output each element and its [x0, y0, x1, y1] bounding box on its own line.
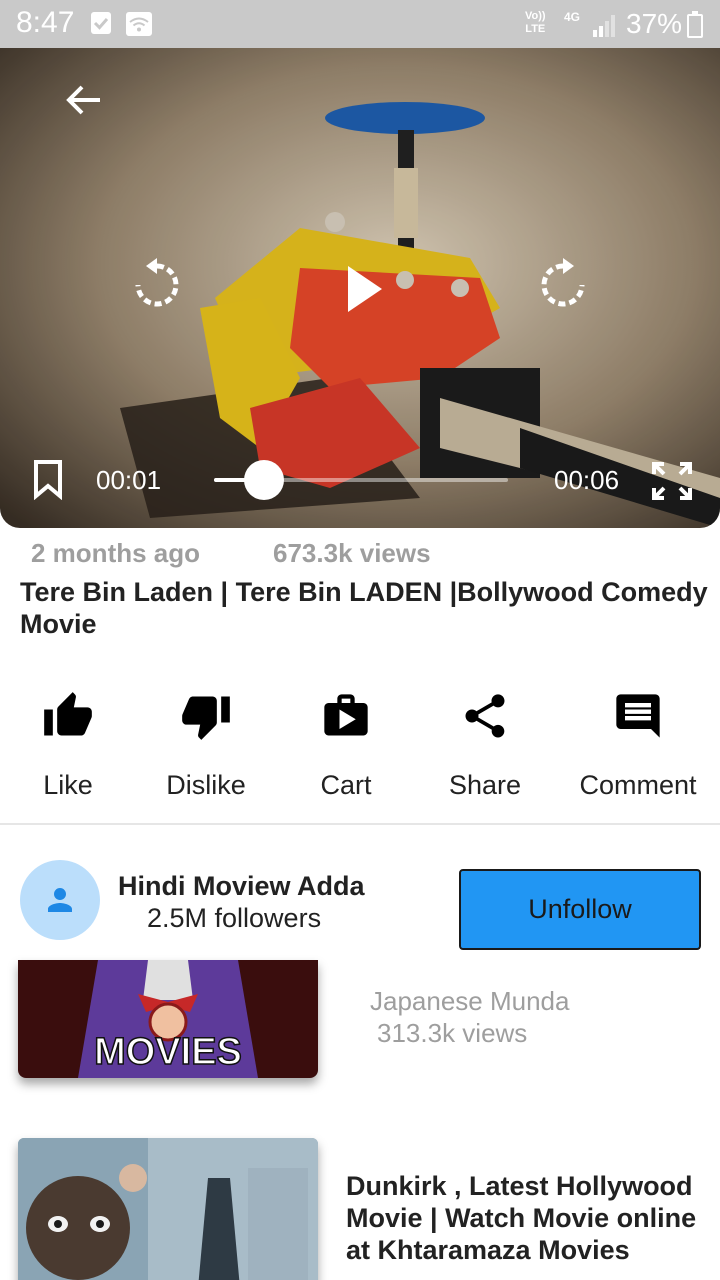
- bookmark-icon: [34, 460, 62, 501]
- channel-avatar[interactable]: [20, 860, 100, 940]
- unfollow-button[interactable]: Unfollow: [459, 869, 701, 950]
- thumbs-up-icon: [44, 692, 92, 736]
- follower-count: 2.5M followers: [147, 903, 322, 933]
- related-title: Dunkirk , Latest Hollywood Movie | Watch…: [346, 1171, 697, 1265]
- related-channel: Japanese Munda: [370, 986, 570, 1016]
- thumbs-down-icon: [182, 696, 230, 740]
- play-button[interactable]: [336, 260, 390, 318]
- related-video-item[interactable]: MOVIES Japanese Munda 313.3k views: [0, 960, 720, 1080]
- dislike-button[interactable]: Dislike: [156, 690, 256, 801]
- dislike-label: Dislike: [166, 770, 246, 800]
- comment-button[interactable]: Comment: [570, 690, 706, 801]
- related-video-thumbnail[interactable]: MOVIES: [18, 960, 318, 1078]
- seek-bar[interactable]: [214, 460, 508, 500]
- forward-button[interactable]: [534, 256, 592, 314]
- seek-thumb[interactable]: [244, 460, 284, 500]
- divider: [0, 823, 720, 825]
- battery-icon: [687, 11, 703, 38]
- fullscreen-button[interactable]: [648, 458, 696, 504]
- person-icon: [48, 888, 72, 912]
- volte-indicator: Vo)) LTE: [525, 10, 546, 35]
- share-label: Share: [448, 770, 522, 800]
- video-player[interactable]: 00:01 00:06: [0, 48, 720, 528]
- network-type: 4G: [564, 10, 581, 24]
- related-video-thumbnail[interactable]: [18, 1138, 318, 1280]
- cart-button[interactable]: Cart: [306, 690, 386, 801]
- shopping-bag-icon: [324, 694, 368, 736]
- current-time: 00:01: [96, 465, 162, 495]
- status-time: 8:47: [16, 6, 75, 39]
- comment-icon: [616, 694, 660, 738]
- fullscreen-icon: [652, 462, 692, 500]
- like-button[interactable]: Like: [28, 690, 108, 801]
- signal-icon: [592, 12, 618, 43]
- posted-date: 2 months ago: [31, 538, 201, 568]
- comment-label: Comment: [579, 770, 697, 800]
- share-button[interactable]: Share: [440, 690, 530, 801]
- total-time: 00:06: [554, 465, 620, 495]
- back-button[interactable]: [62, 78, 106, 122]
- video-title: Tere Bin Laden | Tere Bin LADEN |Bollywo…: [20, 577, 708, 639]
- related-views: 313.3k views: [377, 1018, 528, 1048]
- rewind-button[interactable]: [128, 256, 186, 314]
- view-count: 673.3k views: [273, 538, 431, 568]
- forward-icon: [541, 258, 585, 307]
- channel-name[interactable]: Hindi Moview Adda: [118, 871, 365, 902]
- thumbnail-text: MOVIES: [94, 1031, 242, 1073]
- like-label: Like: [43, 770, 93, 800]
- rewind-icon: [135, 258, 179, 307]
- back-arrow-icon: [66, 85, 100, 115]
- share-icon: [465, 694, 505, 738]
- wifi-notification-icon: [126, 12, 152, 36]
- checkbox-notification-icon: [91, 12, 111, 34]
- battery-percent: 37%: [626, 8, 683, 39]
- related-video-item[interactable]: Dunkirk , Latest Hollywood Movie | Watch…: [0, 1138, 720, 1280]
- bookmark-button[interactable]: [30, 458, 66, 501]
- play-icon: [348, 266, 382, 312]
- cart-label: Cart: [320, 770, 372, 800]
- status-bar: 8:47 Vo)) LTE 4G 37%: [0, 0, 720, 48]
